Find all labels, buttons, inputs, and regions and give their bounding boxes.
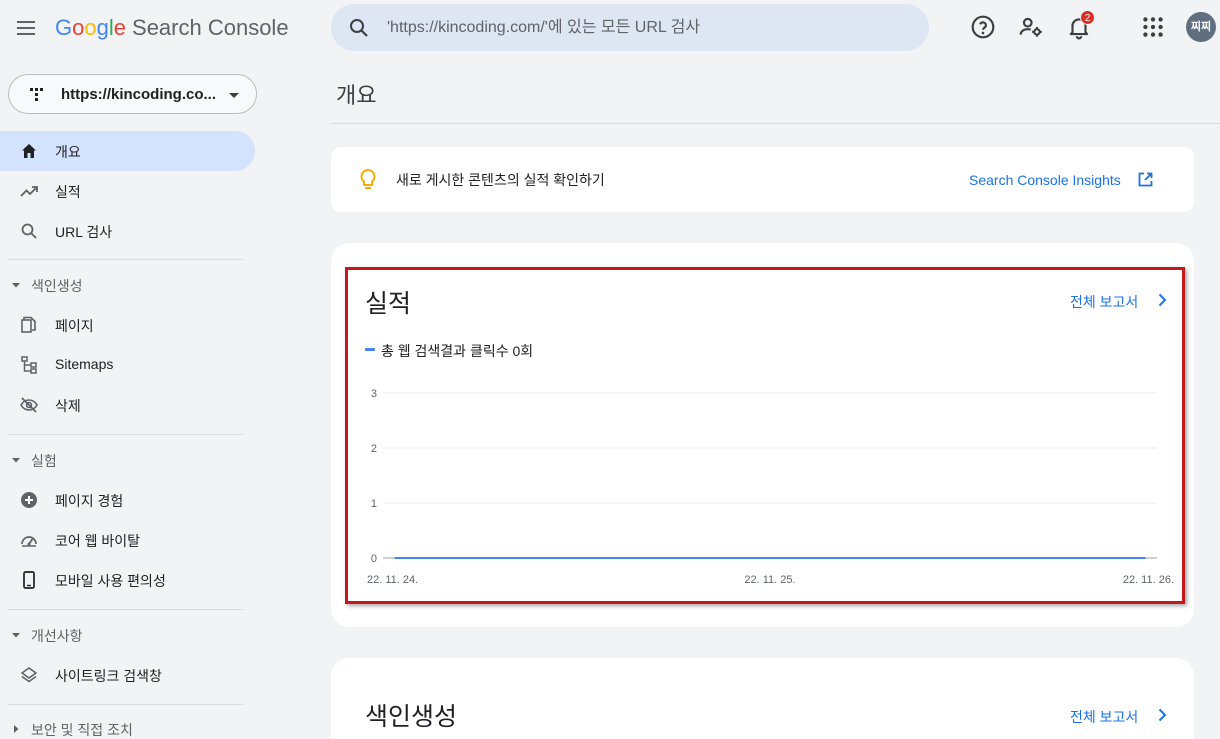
y-tick-label: 2 bbox=[371, 443, 377, 455]
y-tick-label: 1 bbox=[371, 498, 377, 510]
legend-swatch bbox=[365, 348, 375, 351]
lightbulb-icon bbox=[360, 168, 376, 189]
series-point bbox=[1144, 557, 1146, 559]
sidebar-section-security[interactable]: 보안 및 직접 조치 bbox=[0, 714, 255, 739]
sidebar-divider bbox=[8, 704, 243, 705]
user-settings-icon[interactable] bbox=[1018, 14, 1044, 40]
sidebar-section-experience[interactable]: 실험 bbox=[0, 445, 255, 475]
logo-letter: G bbox=[55, 15, 73, 40]
y-tick-label: 3 bbox=[371, 388, 377, 400]
insights-card: 새로 게시한 콘텐츠의 실적 확인하기 Search Console Insig… bbox=[331, 147, 1194, 212]
sidebar-section-label: 개선사항 bbox=[31, 628, 83, 644]
sidebar-item-url-inspection[interactable]: URL 검사 bbox=[0, 211, 255, 251]
sidebar-section-label: 보안 및 직접 조치 bbox=[31, 722, 133, 738]
series-point bbox=[394, 557, 396, 559]
search-icon[interactable] bbox=[347, 16, 371, 40]
sidebar-item-mobile-usability[interactable]: 모바일 사용 편의성 bbox=[0, 560, 255, 600]
y-tick-label: 0 bbox=[371, 553, 377, 565]
x-tick-label: 22. 11. 26. bbox=[1123, 574, 1174, 586]
property-url: https://kincoding.co... bbox=[61, 86, 216, 103]
trending-up-icon bbox=[20, 186, 38, 197]
chevron-right-icon[interactable] bbox=[1155, 293, 1169, 307]
logo-letter: g bbox=[96, 15, 109, 40]
chevron-down-icon bbox=[229, 93, 239, 98]
sidebar-section-label: 색인생성 bbox=[31, 278, 83, 294]
sitemap-icon bbox=[21, 356, 37, 374]
caret-down-icon bbox=[12, 283, 20, 288]
sidebar-divider bbox=[8, 609, 243, 610]
open-in-new-icon[interactable] bbox=[1137, 171, 1154, 188]
legend-label: 총 웹 검색결과 클릭수 0회 bbox=[381, 343, 534, 359]
series-point bbox=[769, 557, 771, 559]
top-bar: GoogleSearch Console 2 찌찌 bbox=[0, 0, 1220, 56]
x-tick-label: 22. 11. 24. bbox=[367, 574, 418, 586]
apps-grid-icon[interactable] bbox=[1140, 14, 1166, 40]
avatar[interactable]: 찌찌 bbox=[1186, 12, 1216, 42]
notification-count-badge: 2 bbox=[1080, 10, 1095, 25]
sidebar-item-label: 모바일 사용 편의성 bbox=[55, 573, 166, 589]
indexing-title: 색인생성 bbox=[365, 703, 458, 731]
sidebar-item-sitemaps[interactable]: Sitemaps bbox=[0, 345, 255, 385]
sidebar-section-indexing[interactable]: 색인생성 bbox=[0, 270, 255, 300]
sidebar-item-label: 개요 bbox=[55, 144, 81, 160]
menu-icon[interactable] bbox=[14, 16, 38, 40]
page-title: 개요 bbox=[336, 83, 377, 108]
visibility-off-icon bbox=[20, 397, 38, 413]
sidebar-item-label: 페이지 경험 bbox=[55, 493, 124, 509]
sidebar-item-label: 페이지 bbox=[55, 318, 94, 334]
caret-down-icon bbox=[12, 458, 20, 463]
sidebar-item-label: URL 검사 bbox=[55, 224, 113, 240]
caret-down-icon bbox=[12, 633, 20, 638]
caret-right-icon bbox=[14, 725, 19, 733]
sidebar-item-core-web-vitals[interactable]: 코어 웹 바이탈 bbox=[0, 520, 255, 560]
plus-circle-icon bbox=[21, 492, 37, 508]
layers-icon bbox=[21, 667, 37, 683]
performance-chart: 0 1 2 3 22. 11. 24. 22. 11. 25. 22. 11. 26. bbox=[367, 388, 1174, 586]
sidebar-item-pages[interactable]: 페이지 bbox=[0, 305, 255, 345]
property-favicon-icon bbox=[30, 88, 43, 101]
insights-message: 새로 게시한 콘텐츠의 실적 확인하기 bbox=[396, 172, 605, 188]
url-inspect-search-box[interactable] bbox=[331, 4, 929, 51]
sidebar-item-label: 코어 웹 바이탈 bbox=[55, 533, 141, 549]
speedometer-icon bbox=[21, 536, 37, 547]
sidebar-item-label: 삭제 bbox=[55, 398, 81, 414]
indexing-full-report-link[interactable]: 전체 보고서 bbox=[1070, 707, 1138, 727]
sidebar-item-removals[interactable]: 삭제 bbox=[0, 385, 255, 425]
x-tick-label: 22. 11. 25. bbox=[744, 574, 795, 586]
sidebar-item-label: 사이트링크 검색창 bbox=[55, 668, 162, 684]
phone-icon bbox=[23, 571, 35, 589]
property-selector[interactable]: https://kincoding.co... bbox=[8, 74, 257, 114]
search-icon bbox=[21, 223, 37, 239]
logo-letter: o bbox=[72, 15, 85, 40]
indexing-card bbox=[331, 658, 1194, 739]
sidebar-section-enhancements[interactable]: 개선사항 bbox=[0, 620, 255, 650]
sidebar-item-label: 실적 bbox=[55, 184, 81, 200]
sidebar-divider bbox=[8, 259, 243, 260]
url-inspect-input[interactable] bbox=[387, 16, 907, 40]
sidebar-item-overview[interactable]: 개요 bbox=[0, 131, 255, 171]
title-divider bbox=[331, 123, 1220, 124]
sidebar-item-label: Sitemaps bbox=[55, 356, 114, 372]
home-icon bbox=[22, 144, 36, 158]
google-search-console-logo[interactable]: Google Search Console bbox=[55, 15, 289, 41]
logo-letter: o bbox=[84, 15, 97, 40]
chevron-right-icon[interactable] bbox=[1155, 708, 1169, 722]
sidebar-item-sitelinks-searchbox[interactable]: 사이트링크 검색창 bbox=[0, 655, 255, 695]
logo-letter: e bbox=[113, 15, 127, 40]
sidebar-divider bbox=[8, 434, 243, 435]
help-icon[interactable] bbox=[970, 14, 996, 40]
sidebar-section-label: 실험 bbox=[31, 453, 57, 469]
sidebar-item-page-experience[interactable]: 페이지 경험 bbox=[0, 480, 255, 520]
sidebar-item-performance[interactable]: 실적 bbox=[0, 171, 255, 211]
pages-icon bbox=[21, 316, 36, 333]
search-console-insights-link[interactable]: Search Console Insights bbox=[969, 172, 1121, 188]
performance-title: 실적 bbox=[365, 290, 412, 318]
performance-full-report-link[interactable]: 전체 보고서 bbox=[1070, 292, 1138, 312]
app-name: Search Console bbox=[132, 15, 289, 40]
